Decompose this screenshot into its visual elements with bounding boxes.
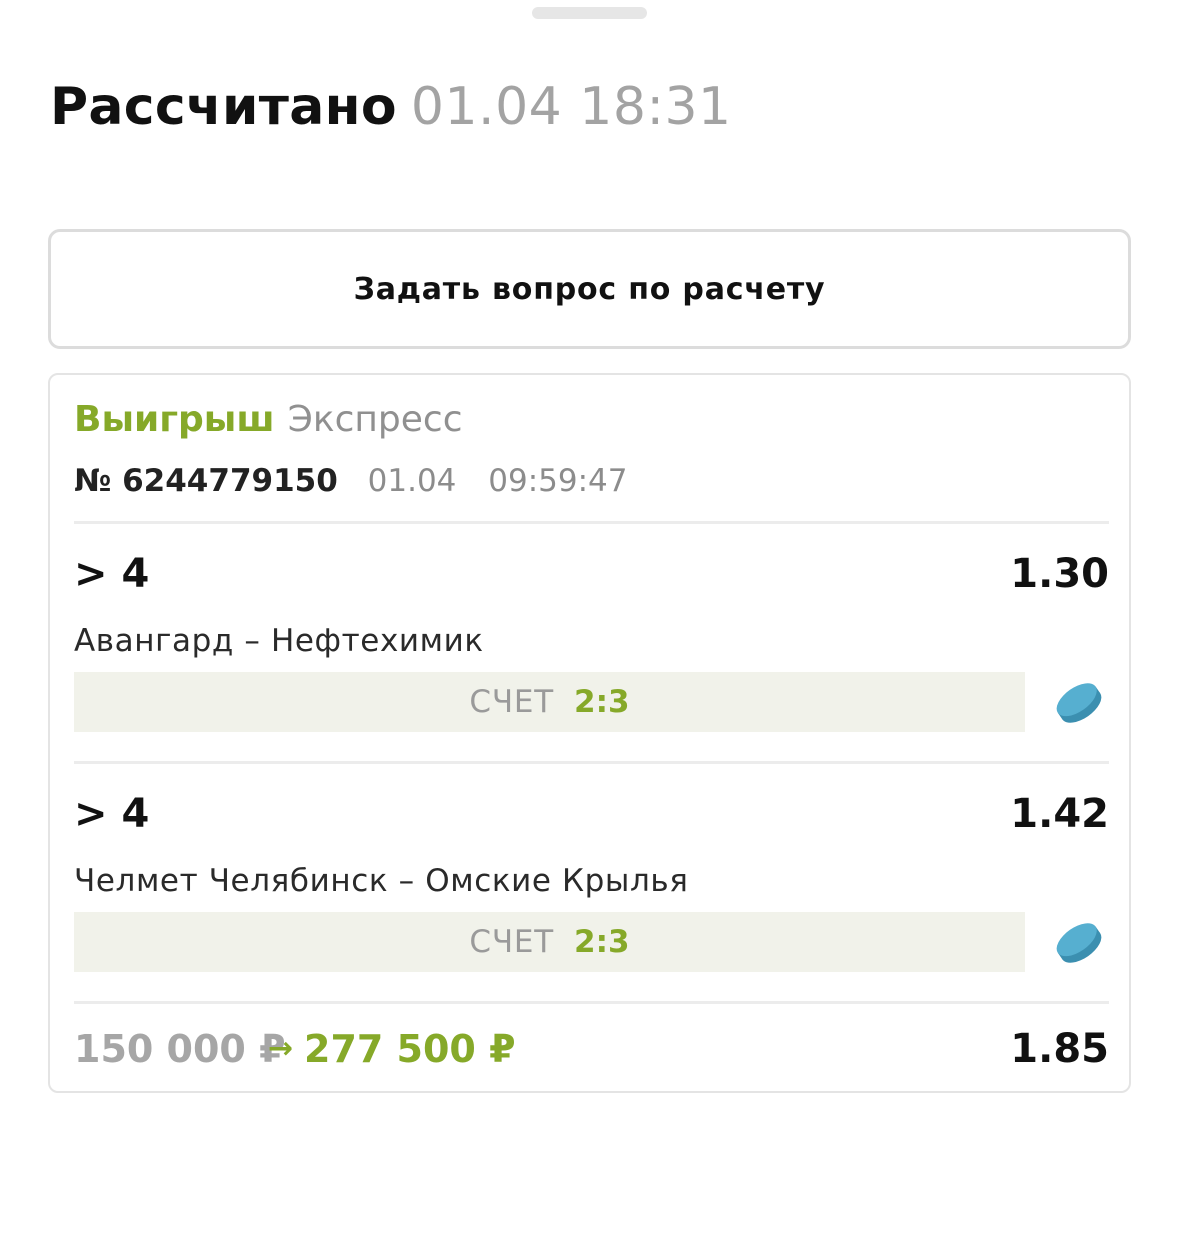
settled-timestamp: 01.04 18:31 [410, 77, 732, 137]
selection-outcome: > 4 [74, 551, 150, 597]
bet-date: 01.04 [367, 463, 457, 499]
score-label: СЧЕТ [469, 924, 555, 960]
page-header: Рассчитано 01.04 18:31 [50, 74, 732, 152]
bet-result-badge: Выигрыш [74, 399, 275, 440]
divider [74, 1001, 1109, 1004]
stake-amount: 150 000 ₽ [74, 1027, 286, 1071]
bet-meta: № 6244779150 01.04 09:59:47 [74, 461, 628, 501]
sheet-drag-handle[interactable] [532, 7, 647, 19]
divider [74, 761, 1109, 764]
payout-amount: 277 500 ₽ [304, 1027, 516, 1071]
bet-type: Экспресс [287, 399, 463, 440]
selection-outcome: > 4 [74, 791, 150, 837]
score-value: 2:3 [574, 924, 630, 960]
ask-question-button[interactable]: Задать вопрос по расчету [48, 229, 1131, 349]
score-bar: СЧЕТ 2:3 [74, 672, 1025, 732]
arrow-right-icon: → [268, 1031, 294, 1066]
page-title: Рассчитано [50, 77, 397, 137]
selection-odds: 1.30 [1010, 551, 1109, 597]
selection-item: > 4 1.42 Челмет Челябинск – Омские Крыль… [50, 767, 1133, 987]
bet-details-sheet: Рассчитано 01.04 18:31 Задать вопрос по р… [0, 0, 1179, 1243]
match-name: Авангард – Нефтехимик [74, 623, 484, 659]
hockey-puck-icon [1056, 923, 1102, 963]
selection-item: > 4 1.30 Авангард – Нефтехимик СЧЕТ 2:3 [50, 527, 1133, 747]
match-name: Челмет Челябинск – Омские Крылья [74, 863, 689, 899]
hockey-puck-icon [1056, 683, 1102, 723]
bet-summary: 150 000 ₽ → 277 500 ₽ 1.85 [74, 1021, 1109, 1077]
bet-card: Выигрыш Экспресс № 6244779150 01.04 09:5… [48, 373, 1131, 1093]
score-label: СЧЕТ [469, 684, 555, 720]
bet-number: № 6244779150 [74, 463, 338, 499]
bet-time: 09:59:47 [488, 463, 628, 499]
divider [74, 521, 1109, 524]
total-odds: 1.85 [1010, 1026, 1109, 1072]
score-bar: СЧЕТ 2:3 [74, 912, 1025, 972]
selection-odds: 1.42 [1010, 791, 1109, 837]
bet-header: Выигрыш Экспресс [74, 395, 462, 451]
score-value: 2:3 [574, 684, 630, 720]
